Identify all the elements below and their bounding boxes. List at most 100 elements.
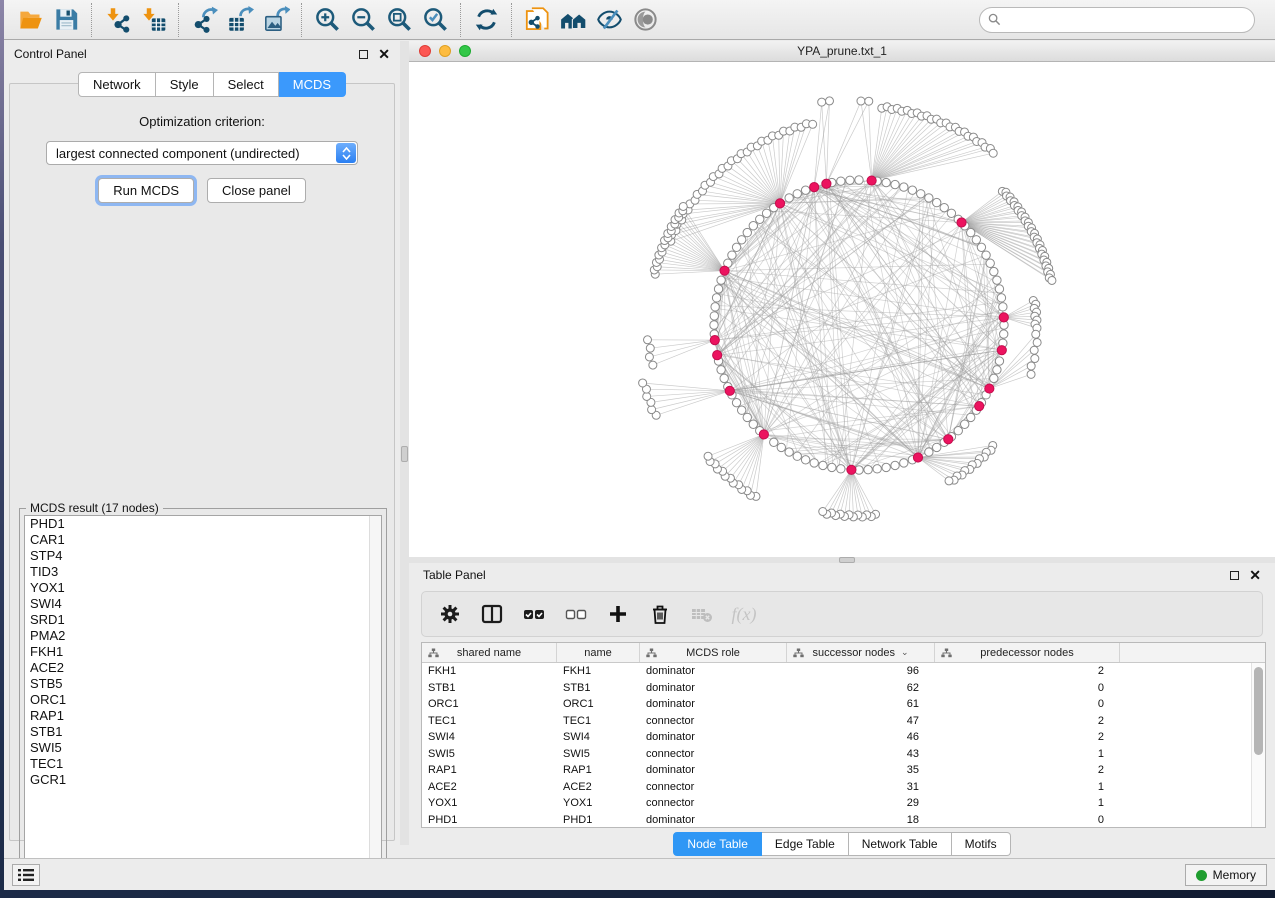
graph-node[interactable] [993,366,1001,374]
table-cell[interactable]: 46 [787,729,935,746]
graph-node[interactable] [864,466,872,474]
graph-node[interactable] [1027,362,1035,370]
table-cell[interactable]: dominator [640,696,787,713]
tab-network[interactable]: Network [78,72,156,97]
graph-node[interactable] [717,366,725,374]
table-cell[interactable]: RAP1 [557,762,640,779]
graph-node[interactable] [679,202,687,210]
graph-node[interactable] [712,294,720,302]
table-cell[interactable]: ORC1 [422,696,557,713]
graph-node[interactable] [828,463,836,471]
graph-node[interactable] [793,452,801,460]
table-row[interactable]: ACE2ACE2connector311 [422,779,1251,796]
table-cell[interactable]: 43 [787,746,935,763]
table-row[interactable]: YOX1YOX1connector291 [422,795,1251,812]
graph-hub-node[interactable] [810,182,819,191]
mcds-result-item[interactable]: TEC1 [25,756,381,772]
graph-node[interactable] [737,406,745,414]
graph-node[interactable] [997,294,1005,302]
table-cell[interactable]: connector [640,795,787,812]
graph-node[interactable] [940,203,948,211]
column-header-MCDS-role[interactable]: MCDS role [640,643,787,662]
tab-node-table[interactable]: Node Table [673,832,762,856]
table-row[interactable]: STB1STB1dominator620 [422,680,1251,697]
graph-hub-node[interactable] [759,430,768,439]
graph-node[interactable] [649,361,657,369]
delete-column-icon[interactable] [646,600,674,628]
table-cell[interactable]: TEC1 [557,713,640,730]
column-header-predecessor-nodes[interactable]: predecessor nodes [935,643,1120,662]
graph-node[interactable] [993,276,1001,284]
graph-node[interactable] [917,190,925,198]
graph-node[interactable] [801,456,809,464]
graph-node[interactable] [646,344,654,352]
graph-node[interactable] [986,259,994,267]
table-cell[interactable]: 0 [935,696,1120,713]
deselect-all-columns-icon[interactable] [562,600,590,628]
graph-node[interactable] [728,251,736,259]
graph-node[interactable] [908,186,916,194]
graph-node[interactable] [945,477,953,485]
graph-node[interactable] [932,198,940,206]
column-header-shared-name[interactable]: shared name [422,643,557,662]
table-row[interactable]: ORC1ORC1dominator610 [422,696,1251,713]
graph-node[interactable] [891,180,899,188]
graph-node[interactable] [1000,330,1008,338]
graph-node[interactable] [720,374,728,382]
graph-node[interactable] [818,98,826,106]
window-maximize-icon[interactable] [459,45,471,57]
graph-node[interactable] [873,465,881,473]
graph-node[interactable] [756,215,764,223]
graph-node[interactable] [990,374,998,382]
mcds-result-item[interactable]: SRD1 [25,612,381,628]
table-cell[interactable]: YOX1 [422,795,557,812]
table-cell[interactable]: dominator [640,729,787,746]
float-panel-icon[interactable] [359,50,368,59]
table-scrollbar[interactable] [1251,663,1265,827]
graph-hub-node[interactable] [725,386,734,395]
table-cell[interactable]: 29 [787,795,935,812]
table-cell[interactable]: 2 [935,663,1120,680]
search-input[interactable] [1001,10,1254,30]
graph-node[interactable] [900,183,908,191]
window-minimize-icon[interactable] [439,45,451,57]
graph-node[interactable] [801,186,809,194]
table-cell[interactable]: 2 [935,729,1120,746]
graph-node[interactable] [1033,338,1041,346]
graph-hub-node[interactable] [720,266,729,275]
graph-node[interactable] [710,312,718,320]
table-row[interactable]: RAP1RAP1dominator352 [422,762,1251,779]
table-row[interactable]: SWI5SWI5connector431 [422,746,1251,763]
table-cell[interactable]: 1 [935,746,1120,763]
mcds-list-scrollbar[interactable] [369,516,381,874]
table-cell[interactable]: ORC1 [557,696,640,713]
tab-motifs[interactable]: Motifs [952,832,1011,856]
table-cell[interactable]: 61 [787,696,935,713]
graph-node[interactable] [891,461,899,469]
import-table-icon[interactable] [135,3,171,37]
mcds-result-item[interactable]: RAP1 [25,708,381,724]
graph-node[interactable] [737,236,745,244]
close-panel-icon[interactable]: ✕ [378,49,390,59]
tab-select[interactable]: Select [214,72,279,97]
graph-node[interactable] [961,420,969,428]
graph-node[interactable] [1027,370,1035,378]
graph-node[interactable] [857,97,865,105]
graph-node[interactable] [925,194,933,202]
table-cell[interactable]: PHD1 [422,812,557,829]
graph-hub-node[interactable] [822,179,831,188]
graph-node[interactable] [837,177,845,185]
table-cell[interactable]: 0 [935,680,1120,697]
table-cell[interactable]: connector [640,779,787,796]
graph-hub-node[interactable] [713,351,722,360]
table-cell[interactable]: 47 [787,713,935,730]
table-cell[interactable]: ACE2 [422,779,557,796]
graph-node[interactable] [810,459,818,467]
table-row[interactable]: TEC1TEC1connector472 [422,713,1251,730]
graph-node[interactable] [793,190,801,198]
graph-node[interactable] [989,149,997,157]
network-graph-canvas[interactable] [409,62,1275,557]
memory-button[interactable]: Memory [1185,864,1267,886]
column-header-name[interactable]: name [557,643,640,662]
new-network-from-selection-icon[interactable] [519,3,555,37]
